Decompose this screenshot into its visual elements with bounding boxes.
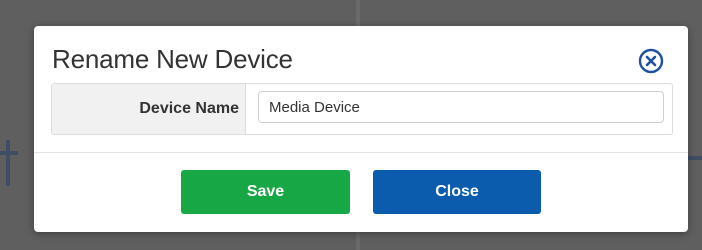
footer-divider [34, 152, 688, 153]
close-button[interactable]: Close [373, 170, 541, 214]
background-plus-icon-fragment [6, 140, 10, 186]
device-name-label-cell: Device Name [52, 84, 246, 134]
device-name-input[interactable] [258, 91, 664, 123]
rename-device-dialog: Rename New Device Device Name Save Close [34, 26, 688, 232]
background-minus-icon-fragment [686, 156, 702, 160]
device-name-row: Device Name [51, 83, 673, 135]
dialog-title: Rename New Device [52, 44, 293, 74]
close-circle-icon[interactable] [638, 48, 664, 74]
save-button[interactable]: Save [181, 170, 350, 214]
device-name-label: Device Name [139, 100, 239, 117]
